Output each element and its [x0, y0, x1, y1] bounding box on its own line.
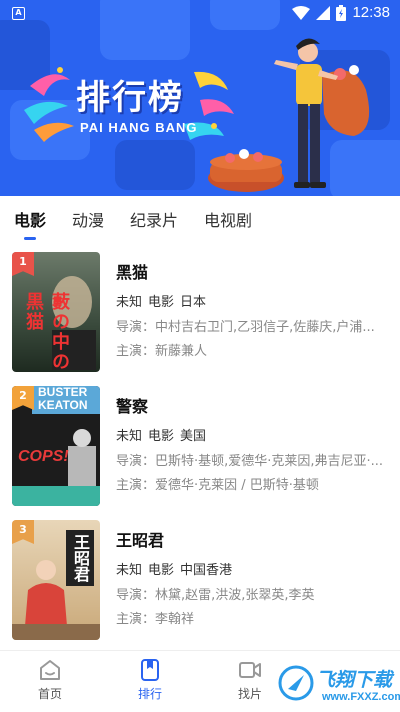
poster-title-text: COPS! — [18, 448, 69, 465]
movie-cast: 主演：爱德华·克莱因 / 巴斯特·基顿 — [116, 478, 319, 493]
person-carrying-sack-illustration — [208, 38, 370, 192]
movie-title: 王昭君 — [116, 531, 165, 550]
banner-title: 排行榜 — [76, 78, 184, 118]
movie-title: 警察 — [116, 397, 149, 416]
watermark-url: www.FXXZ.com — [322, 691, 400, 703]
movie-director: 导演：巴斯特·基顿,爱德华·克莱因,弗吉尼亚·... — [116, 454, 384, 469]
movie-info: 警察 未知 电影 美国 导演：巴斯特·基顿,爱德华·克莱因,弗吉尼亚·... 主演：… — [116, 396, 386, 499]
tab-movie[interactable]: 电影 — [14, 205, 47, 240]
movie-poster: 王昭君 3 — [12, 520, 100, 640]
list-item[interactable]: 藪の中の黒猫 1 黑猫 未知 电影 日本 导演：中村吉右卫门,乙羽信子,佐藤庆,户浦… — [0, 240, 400, 372]
movie-poster: 藪の中の黒猫 1 — [12, 252, 100, 372]
ranking-list: 藪の中の黒猫 1 黑猫 未知 电影 日本 导演：中村吉右卫门,乙羽信子,佐藤庆,户浦… — [0, 240, 400, 650]
poster-title-text: 王昭君 — [66, 530, 94, 586]
status-bar: A 12:38 — [0, 0, 400, 28]
movie-title: 黑猫 — [116, 263, 149, 282]
ranking-icon — [141, 659, 159, 681]
movie-info: 王昭君 未知 电影 中国香港 导演：林黛,赵雷,洪波,张翠英,李英 主演：李翰祥 — [116, 530, 386, 633]
movie-poster: BUSTER KEATON COPS! 2 — [12, 386, 100, 506]
site-watermark: 飞翔下载 www.FXXZ.com — [276, 661, 400, 712]
movie-type: 电影 — [148, 563, 175, 578]
nav-label: 排行 — [137, 687, 162, 701]
movie-director: 导演：林黛,赵雷,洪波,张翠英,李英 — [116, 588, 315, 603]
tab-label: 电视剧 — [204, 211, 253, 230]
tab-label: 纪录片 — [130, 211, 179, 230]
tab-tv-series[interactable]: 电视剧 — [204, 205, 252, 231]
movie-region: 日本 — [180, 295, 207, 310]
home-icon — [40, 660, 60, 680]
movie-director: 导演：中村吉右卫门,乙羽信子,佐藤庆,户浦... — [116, 320, 375, 335]
nav-home[interactable]: 首页 — [20, 657, 80, 702]
movie-region: 中国香港 — [180, 563, 233, 578]
tab-label: 电影 — [14, 211, 47, 230]
list-item[interactable]: 王昭君 3 王昭君 未知 电影 中国香港 导演：林黛,赵雷,洪波,张翠英,李英 主演… — [0, 508, 400, 640]
banner-tile — [115, 140, 195, 190]
movie-cast: 主演：李翰祥 — [116, 612, 195, 627]
category-tabs: 电影 动漫 纪录片 电视剧 — [0, 196, 400, 240]
nav-label: 找片 — [237, 687, 262, 701]
banner-subtitle: PAI HANG BANG — [80, 120, 198, 135]
movie-meta: 未知 电影 美国 — [116, 426, 386, 448]
movie-meta: 未知 电影 日本 — [116, 292, 386, 314]
movie-year: 未知 — [116, 429, 143, 444]
watermark-text: 飞翔下载 — [316, 669, 393, 691]
status-time: 12:38 — [352, 4, 390, 21]
nav-label: 首页 — [37, 687, 62, 701]
signal-icon — [316, 5, 331, 20]
movie-meta: 未知 电影 中国香港 — [116, 560, 386, 582]
tab-anime[interactable]: 动漫 — [72, 205, 104, 231]
movie-info: 黑猫 未知 电影 日本 导演：中村吉右卫门,乙羽信子,佐藤庆,户浦... 主演：新藤… — [116, 262, 386, 365]
watermark-logo-icon — [278, 665, 314, 701]
wifi-icon — [292, 5, 311, 20]
ranking-banner: A 12:38 排行榜 PAI HANG BANG — [0, 0, 400, 196]
movie-type: 电影 — [148, 429, 175, 444]
movie-year: 未知 — [116, 295, 143, 310]
bottom-navigation: 首页 排行 找片 飞翔下载 www.FXXZ.com — [0, 650, 400, 712]
nav-ranking[interactable]: 排行 — [120, 657, 180, 702]
movie-year: 未知 — [116, 563, 143, 578]
app-notification-icon: A — [12, 7, 25, 20]
banner-logo: 排行榜 PAI HANG BANG — [24, 66, 234, 144]
tab-documentary[interactable]: 纪录片 — [130, 205, 178, 231]
battery-icon — [336, 4, 347, 21]
movie-cast: 主演：新藤兼人 — [116, 344, 208, 359]
movie-region: 美国 — [180, 429, 207, 444]
list-item[interactable]: BUSTER KEATON COPS! 2 警察 未知 电影 美国 导演：巴斯特·基… — [0, 374, 400, 506]
video-icon — [239, 662, 261, 678]
nav-find-movie[interactable]: 找片 — [220, 657, 280, 702]
poster-title-text: 藪の中の黒猫 — [23, 292, 70, 372]
tab-label: 动漫 — [72, 211, 105, 230]
movie-type: 电影 — [148, 295, 175, 310]
